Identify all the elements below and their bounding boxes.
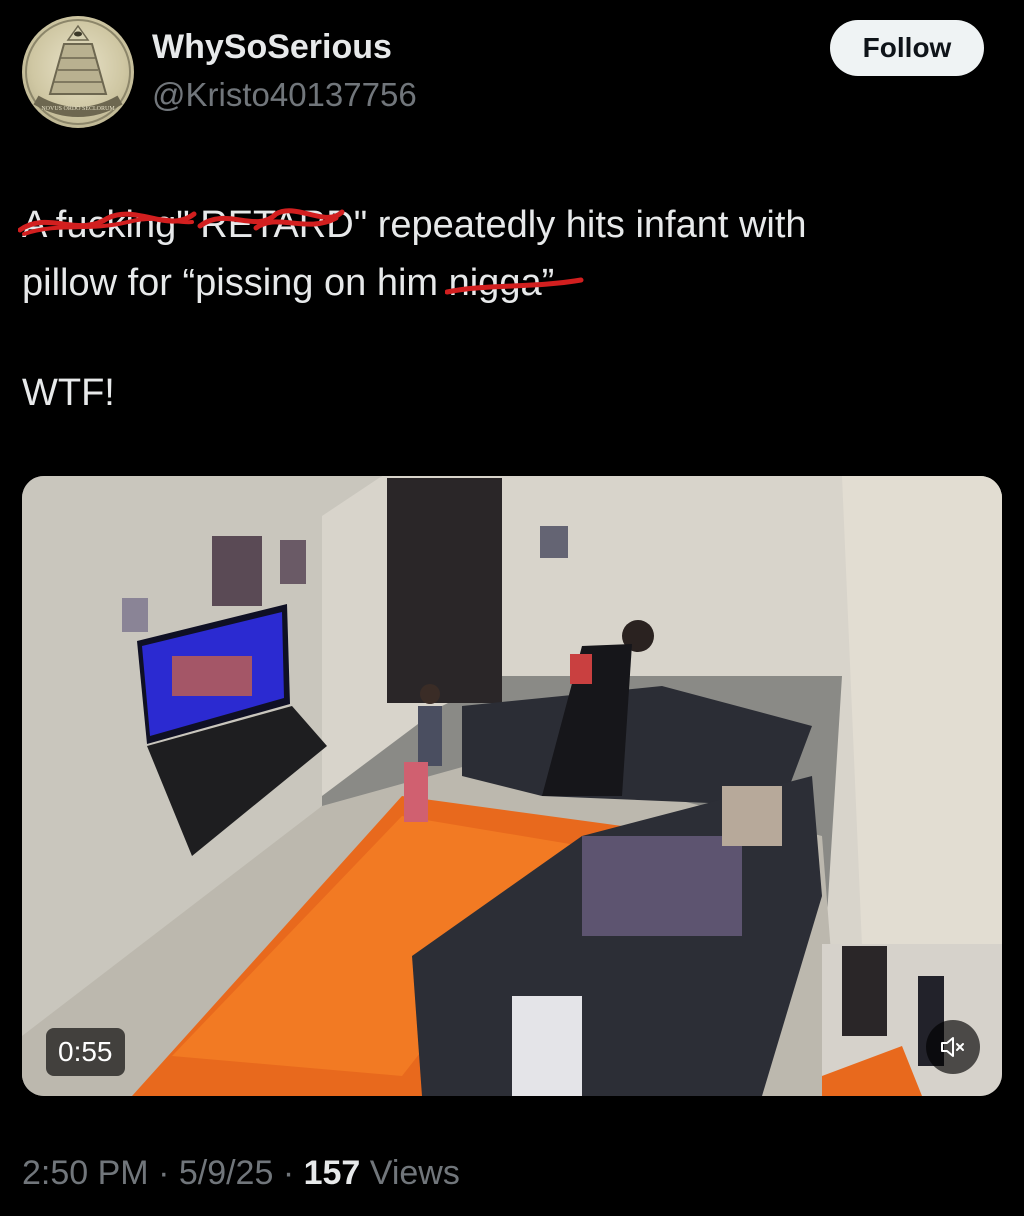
scribble-mark [18, 211, 197, 236]
views-label: Views [360, 1154, 460, 1192]
censored-word-3: nigga [444, 254, 584, 312]
author-display-name[interactable]: WhySoSerious [152, 28, 392, 67]
avatar[interactable]: NOVUS ORDO SECLORUM [22, 16, 134, 128]
video-frame [22, 476, 1002, 1096]
tweet-line-2: pillow for “pissing on him nigga” [22, 254, 982, 312]
tweet-line-1-rest: " repeatedly hits infant with [353, 204, 807, 246]
author-handle[interactable]: @Kristo40137756 [152, 76, 417, 114]
scribble-mark [197, 208, 345, 231]
tweet-date[interactable]: 5/9/25 [179, 1154, 274, 1192]
video-duration: 0:55 [46, 1028, 125, 1076]
mute-button[interactable] [926, 1020, 980, 1074]
tweet-meta: 2:50 PM · 5/9/25 · 157 Views [22, 1154, 460, 1193]
follow-button[interactable]: Follow [830, 20, 984, 76]
scribble-mark [444, 277, 584, 295]
meta-separator: · [273, 1154, 304, 1192]
views-count[interactable]: 157 [304, 1154, 361, 1192]
tweet-line-3: WTF! [22, 372, 115, 414]
pyramid-seal-icon: NOVUS ORDO SECLORUM [25, 19, 131, 125]
tweet-line-2-start: pillow for “pissing on him [22, 262, 449, 304]
censored-word-2: RETARD [197, 196, 354, 254]
tweet-text: A fucking " RETARD " repeatedly hits infan… [18, 196, 982, 312]
video-player[interactable]: 0:55 [22, 476, 1002, 1096]
meta-separator: · [148, 1154, 179, 1192]
speaker-muted-icon [941, 1037, 964, 1057]
censored-word-1: A fucking [18, 196, 197, 254]
tweet-line-1: A fucking " RETARD " repeatedly hits infan… [18, 196, 982, 254]
tweet-time[interactable]: 2:50 PM [22, 1154, 149, 1192]
avatar-caption: NOVUS ORDO SECLORUM [41, 106, 115, 112]
